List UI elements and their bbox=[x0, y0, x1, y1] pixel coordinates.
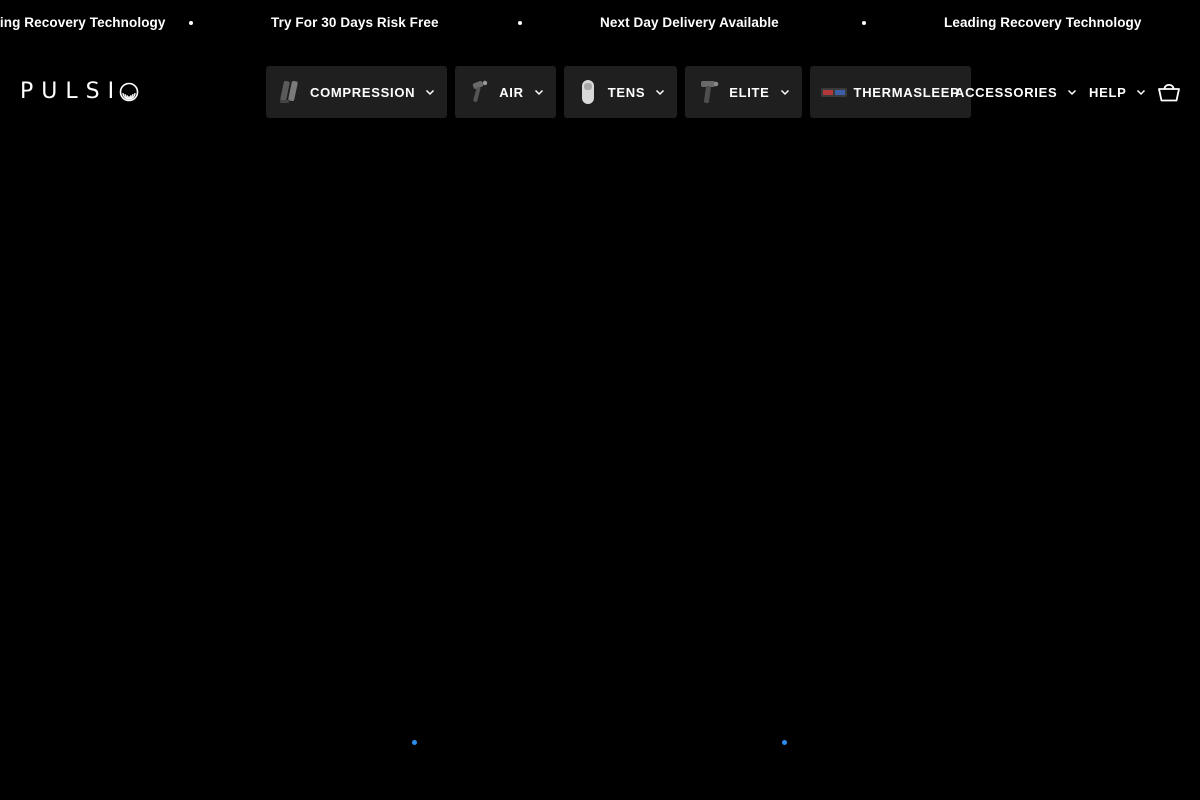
announcement-message: Leading Recovery Technology bbox=[944, 15, 1142, 30]
nav-item-air[interactable]: AIR bbox=[455, 66, 556, 118]
chevron-down-icon bbox=[780, 89, 789, 96]
announcement-separator-dot bbox=[862, 21, 866, 25]
massage-gun-icon bbox=[473, 80, 488, 102]
chevron-down-icon bbox=[1137, 89, 1146, 96]
nav-item-help[interactable]: HELP bbox=[1089, 66, 1146, 118]
announcement-separator-dot bbox=[518, 21, 522, 25]
nav-label: ELITE bbox=[729, 84, 770, 100]
logo-wordmark: PULSI bbox=[20, 79, 123, 104]
nav-item-accessories[interactable]: ACCESSORIES bbox=[955, 66, 1077, 118]
logo-swirl-icon bbox=[119, 82, 139, 102]
tens-unit-icon bbox=[581, 80, 594, 104]
cart-icon[interactable] bbox=[1157, 80, 1181, 104]
nav-label: HELP bbox=[1089, 84, 1127, 100]
page: Leading Recovery Technology Try For 30 D… bbox=[0, 0, 1200, 800]
announcement-message: Leading Recovery Technology bbox=[0, 15, 166, 30]
chevron-down-icon bbox=[534, 89, 543, 96]
massage-gun-icon bbox=[701, 81, 719, 104]
main-nav: COMPRESSION AIR TENS ELITE THERMASLEEP bbox=[266, 66, 979, 118]
site-header: PULSI COMPRESSION AIR TENS ELITE THERMAS… bbox=[0, 46, 1200, 138]
chevron-down-icon bbox=[656, 89, 665, 96]
nav-label: TENS bbox=[607, 84, 646, 100]
announcement-track: Leading Recovery Technology Try For 30 D… bbox=[0, 0, 1200, 46]
chevron-down-icon bbox=[1068, 89, 1077, 96]
hero-section bbox=[0, 138, 1200, 800]
slide-indicator-dot[interactable] bbox=[782, 740, 787, 745]
chevron-down-icon bbox=[426, 89, 435, 96]
nav-label: AIR bbox=[499, 84, 524, 100]
announcement-message: Try For 30 Days Risk Free bbox=[271, 15, 439, 30]
nav-item-tens[interactable]: TENS bbox=[563, 66, 678, 118]
nav-label: ACCESSORIES bbox=[955, 84, 1058, 100]
slide-indicator-dot[interactable] bbox=[412, 740, 417, 745]
nav-item-thermasleep[interactable]: THERMASLEEP bbox=[809, 66, 972, 118]
nav-item-elite[interactable]: ELITE bbox=[685, 66, 802, 118]
nav-label: THERMASLEEP bbox=[853, 84, 960, 100]
announcement-bar: Leading Recovery Technology Try For 30 D… bbox=[0, 0, 1200, 46]
compression-boots-icon bbox=[280, 80, 298, 103]
nav-item-compression[interactable]: COMPRESSION bbox=[266, 66, 448, 118]
announcement-message: Next Day Delivery Available bbox=[600, 15, 779, 30]
thermal-pad-icon bbox=[820, 88, 847, 97]
site-logo[interactable]: PULSI bbox=[20, 80, 140, 104]
nav-label: COMPRESSION bbox=[310, 84, 416, 100]
announcement-separator-dot bbox=[189, 21, 193, 25]
